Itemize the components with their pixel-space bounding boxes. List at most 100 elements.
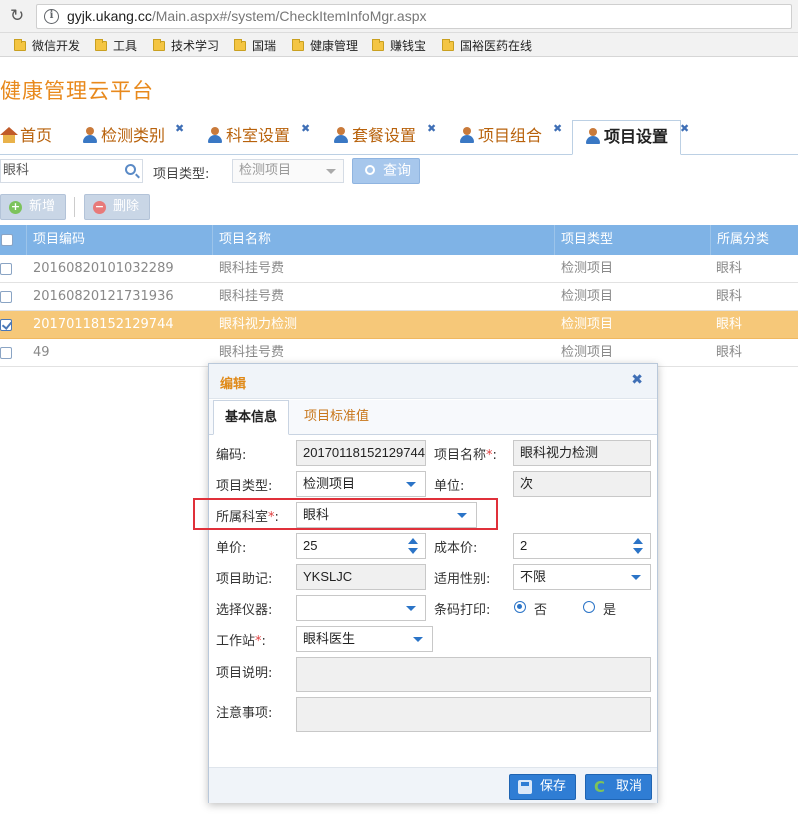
row-checkbox[interactable] [0,319,12,331]
close-icon[interactable]: ✖ [175,122,184,135]
user-icon [207,127,223,143]
notes-label: 注意事项: [216,706,273,721]
arrow-down-icon[interactable] [633,548,643,554]
bookmark-item[interactable]: 国裕医药在线 [442,37,532,53]
code-label: 编码: [216,448,247,463]
bookmark-item[interactable]: 健康管理 [292,37,358,53]
column-header[interactable]: 项目名称 [212,225,548,255]
cancel-icon: C [594,778,606,796]
table-row[interactable]: 20160820101032289 眼科挂号费 检测项目 眼科 [0,255,798,283]
description-label: 项目说明: [216,666,273,681]
cell-name: 眼科视力检测 [219,317,298,332]
tab-check-category[interactable]: 检测类别 [82,120,165,155]
cell-name: 眼科挂号费 [219,261,285,276]
delete-button[interactable]: − 删除 [84,194,150,220]
grid-header: 项目编码 项目名称 项目类型 所属分类 [0,225,798,255]
cancel-button[interactable]: C 取消 [585,774,652,800]
user-icon [82,127,98,143]
bookmark-item[interactable]: 国瑞 [234,37,276,53]
chevron-down-icon [413,637,423,642]
cell-code: 20160820101032289 [33,261,174,276]
column-header[interactable]: 所属分类 [710,225,798,255]
close-icon[interactable]: ✖ [301,122,310,135]
row-checkbox[interactable] [0,263,12,275]
close-icon[interactable]: ✖ [427,122,436,135]
item-type-select[interactable]: 检测项目 [296,471,426,497]
cell-category: 眼科 [716,289,743,304]
tab-item-combination[interactable]: 项目组合 [459,120,542,155]
close-icon[interactable]: ✖ [680,122,689,135]
select-all-checkbox[interactable] [1,234,13,246]
folder-icon [234,39,246,51]
description-textarea[interactable] [296,657,651,692]
bookmark-item[interactable]: 工具 [95,37,137,53]
barcode-no-radio[interactable] [514,601,526,613]
chevron-down-icon [631,575,641,580]
barcode-yes-radio[interactable] [583,601,595,613]
cell-type: 检测项目 [561,317,614,332]
info-icon[interactable]: i [44,9,59,24]
row-checkbox[interactable] [0,291,12,303]
item-type-select[interactable]: 检测项目 [232,159,344,183]
bookmark-item[interactable]: 微信开发 [14,37,80,53]
workstation-select[interactable]: 眼科医生 [296,626,433,652]
tab-standard-values[interactable]: 项目标准值 [304,400,369,435]
row-checkbox[interactable] [0,347,12,359]
tab-basic-info[interactable]: 基本信息 [213,400,289,435]
tab-package-settings[interactable]: 套餐设置 [333,120,416,155]
query-button[interactable]: 查询 [352,158,420,184]
column-header[interactable]: 项目类型 [554,225,710,255]
grid-toolbar: + 新增 − 删除 [0,193,798,221]
cell-type: 检测项目 [561,345,614,360]
bookmark-item[interactable]: 赚钱宝 [372,37,426,53]
add-icon: + [9,200,22,214]
cell-code: 20170118152129744 [33,317,174,332]
gender-select[interactable]: 不限 [513,564,651,590]
close-icon[interactable]: ✖ [631,372,643,388]
arrow-up-icon[interactable] [408,538,418,544]
reload-icon[interactable]: ↻ [10,6,24,26]
chevron-down-icon [406,482,416,487]
table-row-selected[interactable]: 20170118152129744 眼科视力检测 检测项目 眼科 [0,311,798,339]
item-name-field[interactable]: 眼科视力检测 [513,440,651,466]
unit-field[interactable]: 次 [513,471,651,497]
table-row[interactable]: 20160820121731936 眼科挂号费 检测项目 眼科 [0,283,798,311]
arrow-down-icon[interactable] [408,548,418,554]
tab-item-settings[interactable]: 项目设置 [572,120,682,155]
url-field[interactable]: i gyjk.ukang.cc/Main.aspx#/system/CheckI… [36,4,792,29]
bookmarks-bar: 微信开发 工具 技术学习 国瑞 健康管理 赚钱宝 国裕医药在线 [0,33,798,57]
tab-home[interactable]: 首页 [0,120,52,155]
folder-icon [95,39,107,51]
notes-textarea[interactable] [296,697,651,732]
code-field[interactable]: 20170118152129744 [296,440,426,466]
price-stepper[interactable]: 25 [296,533,426,559]
column-header[interactable]: 项目编码 [26,225,212,255]
save-button[interactable]: 保存 [509,774,576,800]
barcode-print-label: 条码打印: [434,603,491,618]
mnemonic-field[interactable]: YKSLJC [296,564,426,590]
barcode-no-label: 否 [534,603,548,618]
search-icon[interactable] [125,164,136,175]
bookmark-item[interactable]: 技术学习 [153,37,219,53]
home-icon [0,127,18,143]
arrow-up-icon[interactable] [633,538,643,544]
instrument-select[interactable] [296,595,426,621]
save-icon [518,780,532,794]
cell-code: 20160820121731936 [33,289,174,304]
cell-category: 眼科 [716,345,743,360]
item-name-label: 项目名称*: [434,448,497,463]
folder-icon [442,39,454,51]
tab-department-settings[interactable]: 科室设置 [207,120,290,155]
add-button[interactable]: + 新增 [0,194,66,220]
close-icon[interactable]: ✖ [553,122,562,135]
dialog-title: 编辑 [220,377,247,392]
search-input[interactable]: 眼科 [0,159,143,183]
cell-type: 检测项目 [561,261,614,276]
dialog-header[interactable]: 编辑 ✖ [209,364,657,399]
toolbar-divider [74,197,75,217]
gender-label: 适用性别: [434,572,491,587]
cost-stepper[interactable]: 2 [513,533,651,559]
remove-icon: − [93,200,106,214]
cell-category: 眼科 [716,261,743,276]
search-icon [365,165,375,175]
